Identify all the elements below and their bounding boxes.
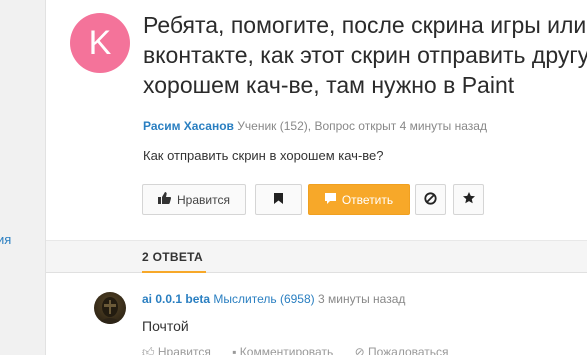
answer-comment-label: Комментировать bbox=[239, 345, 334, 355]
avatar-letter: K bbox=[88, 24, 112, 62]
report-button[interactable] bbox=[415, 184, 446, 215]
answer-meta: ai 0.0.1 beta Мыслитель (6958) 3 минуты … bbox=[142, 292, 405, 306]
bookmark-button[interactable] bbox=[255, 184, 302, 215]
sidebar-link[interactable]: ия bbox=[0, 232, 11, 247]
author-points: (152), bbox=[279, 119, 312, 133]
answers-tab-bar: 2 ОТВЕТА bbox=[46, 240, 587, 273]
question-meta: Расим Хасанов Ученик (152), Вопрос откры… bbox=[143, 119, 487, 133]
comment-icon: ▪ bbox=[232, 345, 237, 355]
left-sidebar: ия bbox=[0, 0, 46, 355]
question-title-line: вконтакте, как этот скрин отправить друг… bbox=[143, 42, 587, 68]
question-title: Ребята, помогите, после скрина игры или … bbox=[143, 10, 587, 100]
answer-like-label: Нравится bbox=[157, 345, 211, 355]
answer-text: Почтой bbox=[142, 318, 189, 334]
author-name[interactable]: Расим Хасанов bbox=[143, 119, 234, 133]
answer-actions: 👍︎ Нравится ▪ Комментировать ⊘ Пожаловат… bbox=[142, 345, 467, 355]
block-icon bbox=[424, 191, 437, 208]
like-label: Нравится bbox=[177, 192, 230, 207]
answerer-rank[interactable]: Мыслитель (6958) bbox=[213, 292, 314, 306]
comment-icon bbox=[324, 192, 336, 207]
answerer-name[interactable]: ai 0.0.1 beta bbox=[142, 292, 210, 306]
answer-report-link[interactable]: ⊘ Пожаловаться bbox=[355, 345, 449, 355]
answer-report-label: Пожаловаться bbox=[367, 345, 449, 355]
answer-time: 3 минуты назад bbox=[317, 292, 406, 306]
question-page: K Ребята, помогите, после скрина игры ил… bbox=[46, 0, 587, 355]
author-avatar[interactable]: K bbox=[70, 13, 130, 73]
answer-label: Ответить bbox=[341, 192, 394, 207]
question-title-line: Ребята, помогите, после скрина игры или bbox=[143, 12, 587, 38]
author-rank: Ученик bbox=[237, 119, 277, 133]
question-title-line: хорошем кач-ве, там нужно в Paint bbox=[143, 72, 515, 98]
tab-answers[interactable]: 2 ОТВЕТА bbox=[142, 250, 203, 264]
tab-active-indicator bbox=[142, 271, 206, 273]
bookmark-icon bbox=[274, 192, 283, 207]
answer-button[interactable]: Ответить bbox=[308, 184, 410, 215]
thumbs-up-icon bbox=[158, 192, 172, 207]
star-icon bbox=[462, 192, 475, 207]
answer-like-link[interactable]: 👍︎ Нравится bbox=[142, 345, 214, 355]
favorite-button[interactable] bbox=[453, 184, 484, 215]
question-status: Вопрос открыт 4 минуты назад bbox=[314, 119, 487, 133]
like-button[interactable]: Нравится bbox=[142, 184, 246, 215]
question-body: Как отправить скрин в хорошем кач-ве? bbox=[143, 148, 384, 163]
thumbs-up-icon: 👍︎ bbox=[142, 345, 155, 355]
answerer-avatar[interactable] bbox=[94, 292, 126, 324]
answer-comment-link[interactable]: ▪ Комментировать bbox=[232, 345, 336, 355]
block-icon: ⊘ bbox=[354, 345, 365, 355]
